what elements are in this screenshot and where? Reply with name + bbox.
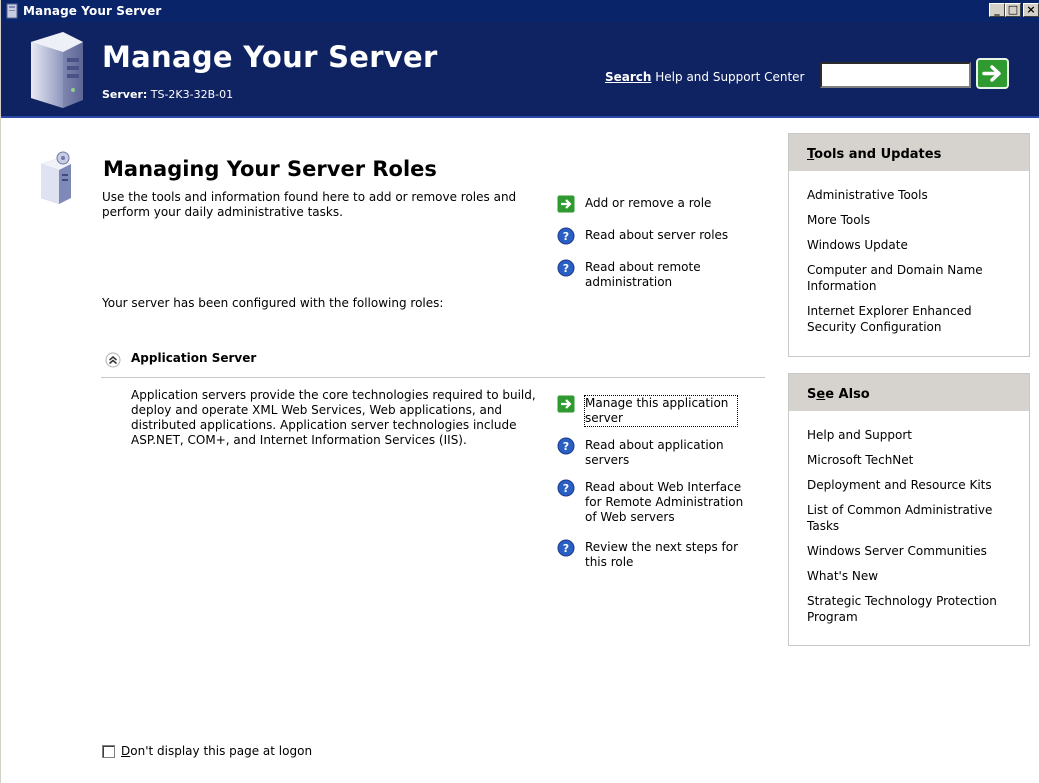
- see-also-link-help-support[interactable]: Help and Support: [807, 427, 1019, 443]
- tools-list: Administrative Tools More Tools Windows …: [789, 171, 1029, 350]
- see-also-list: Help and Support Microsoft TechNet Deplo…: [789, 411, 1029, 640]
- application-server-heading[interactable]: Application Server: [131, 351, 256, 365]
- arrow-right-icon: [557, 395, 575, 413]
- see-also-link-communities[interactable]: Windows Server Communities: [807, 543, 1019, 559]
- server-label: Server:: [102, 88, 148, 101]
- panel-header: Tools and Updates: [789, 134, 1029, 171]
- server-tower-icon: [31, 32, 83, 108]
- read-remote-admin-link[interactable]: ? Read about remote administration: [557, 259, 737, 293]
- banner-title: Manage Your Server: [102, 40, 438, 74]
- help-icon: ?: [557, 437, 575, 455]
- header-banner: Manage Your Server Server: TS-2K3-32B-01…: [1, 22, 1039, 118]
- help-icon: ?: [557, 227, 575, 245]
- search-label: Search Help and Support Center: [605, 70, 804, 84]
- checkbox-label-accel: D: [121, 744, 131, 758]
- collapse-up-icon[interactable]: [105, 352, 121, 368]
- svg-text:?: ?: [563, 542, 569, 555]
- panel-header-text: ools and Updates: [814, 147, 942, 162]
- see-also-link-common-tasks[interactable]: List of Common Administrative Tasks: [807, 502, 1019, 534]
- checkbox-label-text: on't display this page at logon: [130, 744, 313, 758]
- tools-link-more-tools[interactable]: More Tools: [807, 212, 1019, 228]
- server-roles-icon: [41, 151, 71, 204]
- server-icon: [6, 3, 18, 19]
- svg-text:?: ?: [563, 482, 569, 495]
- roles-description: Use the tools and information found here…: [102, 190, 517, 219]
- see-also-link-strategic-protection[interactable]: Strategic Technology Protection Program: [807, 593, 1019, 625]
- task-label: Read about remote administration: [585, 260, 701, 289]
- search-input[interactable]: [820, 62, 971, 88]
- panel-header-text-b: e Also: [825, 387, 870, 402]
- review-next-steps-link[interactable]: ? Review the next steps for this role: [557, 539, 757, 573]
- search-label-bold: Search: [605, 70, 652, 84]
- dont-display-checkbox[interactable]: [102, 745, 115, 758]
- search-label-rest: Help and Support Center: [651, 70, 805, 84]
- configured-roles-text: Your server has been configured with the…: [102, 296, 444, 310]
- panel-header-accel: e: [816, 387, 826, 402]
- add-remove-role-link[interactable]: Add or remove a role: [557, 195, 757, 215]
- svg-text:?: ?: [563, 440, 569, 453]
- svg-text:?: ?: [563, 262, 569, 275]
- see-also-link-technet[interactable]: Microsoft TechNet: [807, 452, 1019, 468]
- close-button[interactable]: ×: [1023, 3, 1039, 17]
- task-label: Read about server roles: [585, 228, 729, 242]
- task-label: Read about application servers: [585, 438, 724, 467]
- panel-header: See Also: [789, 374, 1029, 411]
- read-server-roles-link[interactable]: ? Read about server roles: [557, 227, 757, 247]
- task-label: Manage this application server: [584, 395, 738, 427]
- manage-your-server-window: Manage Your Server _ □ × Manage Your Ser…: [0, 0, 1039, 783]
- title-bar[interactable]: Manage Your Server _ □ ×: [1, 0, 1039, 22]
- task-label: Review the next steps for this role: [585, 540, 739, 569]
- tools-link-computer-domain-name[interactable]: Computer and Domain Name Information: [807, 262, 1019, 294]
- tools-link-windows-update[interactable]: Windows Update: [807, 237, 1019, 253]
- help-icon: ?: [557, 539, 575, 557]
- server-name: TS-2K3-32B-01: [150, 88, 234, 101]
- see-also-link-whats-new[interactable]: What's New: [807, 568, 1019, 584]
- help-icon: ?: [557, 479, 575, 497]
- manage-application-server-link[interactable]: Manage this application server: [557, 395, 747, 429]
- panel-header-text-a: S: [807, 387, 817, 402]
- help-icon: ?: [557, 259, 575, 277]
- read-web-interface-link[interactable]: ? Read about Web Interface for Remote Ad…: [557, 479, 757, 529]
- minimize-button[interactable]: _: [989, 3, 1005, 17]
- arrow-right-icon: [557, 195, 575, 213]
- dont-display-label[interactable]: Don't display this page at logon: [121, 744, 312, 758]
- page-title: Managing Your Server Roles: [103, 157, 437, 181]
- see-also-panel: See Also Help and Support Microsoft Tech…: [788, 373, 1030, 646]
- section-divider: [101, 377, 765, 378]
- tools-and-updates-panel: Tools and Updates Administrative Tools M…: [788, 133, 1030, 357]
- task-label: Add or remove a role: [585, 196, 712, 210]
- maximize-button[interactable]: □: [1005, 3, 1021, 17]
- see-also-link-deployment-kits[interactable]: Deployment and Resource Kits: [807, 477, 1019, 493]
- tools-link-ie-enhanced-security[interactable]: Internet Explorer Enhanced Security Conf…: [807, 303, 1019, 335]
- server-name-line: Server: TS-2K3-32B-01: [102, 88, 233, 101]
- tools-link-administrative-tools[interactable]: Administrative Tools: [807, 187, 1019, 203]
- window-title: Manage Your Server: [23, 4, 162, 18]
- svg-text:?: ?: [563, 230, 569, 243]
- read-application-servers-link[interactable]: ? Read about application servers: [557, 437, 747, 471]
- application-server-description: Application servers provide the core tec…: [131, 388, 536, 447]
- arrow-right-icon[interactable]: [976, 58, 1009, 89]
- task-label: Read about Web Interface for Remote Admi…: [585, 480, 744, 524]
